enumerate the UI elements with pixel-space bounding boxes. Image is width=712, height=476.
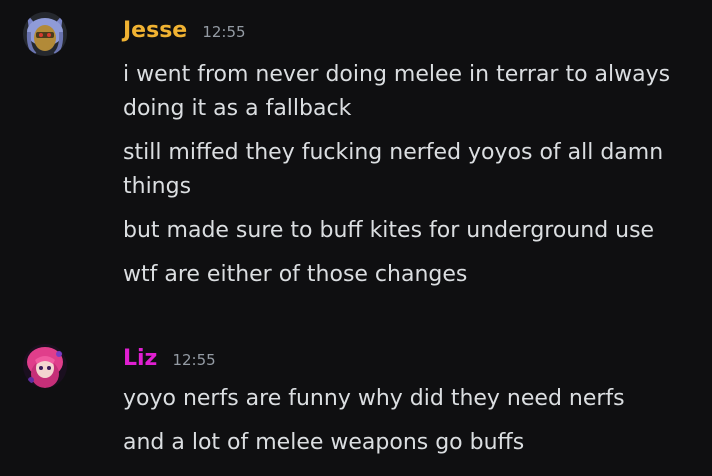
message-text: yoyo nerfs are funny why did they need n… <box>123 386 625 411</box>
message-header: Jesse 12:55 <box>123 18 246 50</box>
timestamp: 12:55 <box>172 351 216 369</box>
avatar-jesse[interactable] <box>23 12 67 56</box>
message-header: Liz 12:55 <box>123 346 216 378</box>
anime-cat-ear-avatar-icon <box>23 12 67 56</box>
message-text: wtf are either of those changes <box>123 262 468 287</box>
username[interactable]: Jesse <box>123 18 187 43</box>
message-text: i went from never doing melee in terrar … <box>123 62 671 121</box>
message-text: and a lot of melee weapons go buffs <box>123 430 525 455</box>
avatar-liz[interactable] <box>23 344 67 388</box>
message-lines: i went from never doing melee in terrar … <box>123 58 708 302</box>
message-text: but made sure to buff kites for undergro… <box>123 218 655 243</box>
pink-haired-anime-avatar-icon <box>23 344 67 388</box>
username[interactable]: Liz <box>123 346 157 371</box>
message-text: still miffed they fucking nerfed yoyos o… <box>123 140 664 199</box>
message-lines: yoyo nerfs are funny why did they need n… <box>123 382 708 470</box>
timestamp: 12:55 <box>202 23 246 41</box>
